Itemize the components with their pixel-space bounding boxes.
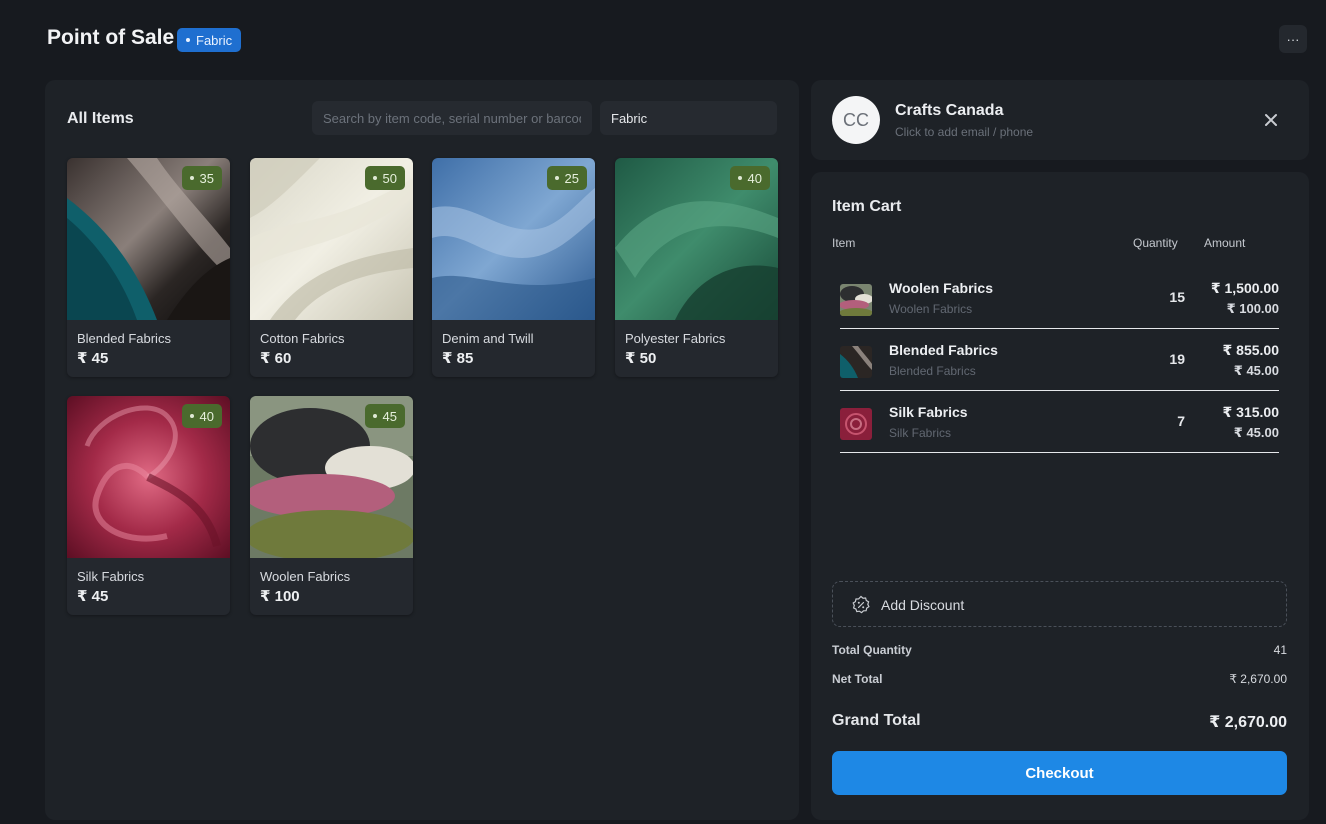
item-name: Woolen Fabrics [260,569,351,584]
top-bar: Point of Sale Fabric ··· [0,0,1326,78]
item-name: Silk Fabrics [77,569,145,584]
cart-item-subtitle: Silk Fabrics [889,426,952,440]
close-icon[interactable] [1259,108,1283,132]
item-name: Cotton Fabrics [260,331,345,346]
checkout-button[interactable]: Checkout [832,751,1287,795]
cart-panel: Item Cart Item Quantity Amount Woolen Fa… [811,172,1309,820]
cart-item-name: Woolen Fabrics [889,280,993,296]
stock-badge: 45 [364,404,405,428]
more-menu-button[interactable]: ··· [1279,25,1307,53]
total-quantity-value: 41 [1273,643,1287,657]
cart-item-rate: ₹ 45.00 [1233,363,1279,378]
grand-total-label: Grand Total [832,712,921,729]
add-discount-button[interactable]: Add Discount [832,581,1287,627]
discount-icon [852,595,870,614]
item-name: Blended Fabrics [77,331,171,346]
column-header-quantity: Quantity [1133,236,1178,250]
cart-item-amount: ₹ 315.00 [1222,404,1279,420]
cart-item-subtitle: Blended Fabrics [889,364,976,378]
customer-avatar: CC [832,96,880,144]
item-search-input[interactable] [312,101,592,135]
cart-item-quantity: 19 [1169,351,1185,367]
stock-count: 40 [747,170,762,186]
item-card-woolen-fabrics[interactable]: 45 Woolen Fabrics ₹ 100 [250,396,413,615]
customer-panel[interactable]: CC Crafts Canada Click to add email / ph… [811,80,1309,160]
total-quantity-label: Total Quantity [832,643,912,657]
cart-row[interactable]: Blended Fabrics Blended Fabrics 19 ₹ 855… [840,329,1279,391]
item-price: ₹ 85 [442,350,474,367]
items-title: All Items [67,110,134,127]
cart-item-quantity: 15 [1169,289,1185,305]
item-price: ₹ 50 [625,350,657,367]
grand-total-value: ₹ 2,670.00 [1209,714,1287,731]
cart-item-rate: ₹ 45.00 [1233,425,1279,440]
page-title: Point of Sale [47,26,175,49]
customer-name: Crafts Canada [895,102,1004,119]
cart-item-thumbnail [840,284,872,316]
column-header-item: Item [832,236,856,250]
pos-profile-label: Fabric [196,32,233,48]
cart-item-amount: ₹ 855.00 [1222,342,1279,358]
cart-item-quantity: 7 [1177,413,1185,429]
stock-count: 40 [199,408,214,424]
cart-item-subtitle: Woolen Fabrics [889,302,973,316]
item-card-silk-fabrics[interactable]: 40 Silk Fabrics ₹ 45 [67,396,230,615]
item-card-blended-fabrics[interactable]: 35 Blended Fabrics ₹ 45 [67,158,230,377]
stock-count: 50 [382,170,397,186]
cart-title: Item Cart [832,198,902,215]
column-header-amount: Amount [1204,236,1246,250]
cart-item-thumbnail [840,346,872,378]
dot-icon [189,176,194,180]
stock-badge: 25 [546,166,587,190]
cart-item-rate: ₹ 100.00 [1226,301,1279,316]
item-price: ₹ 60 [260,350,292,367]
item-card-denim-and-twill[interactable]: 25 Denim and Twill ₹ 85 [432,158,595,377]
add-discount-label: Add Discount [881,597,965,613]
stock-count: 35 [199,170,214,186]
cart-item-name: Silk Fabrics [889,404,968,420]
dot-icon [186,38,190,42]
cart-row[interactable]: Silk Fabrics Silk Fabrics 7 ₹ 315.00 ₹ 4… [840,391,1279,453]
item-card-polyester-fabrics[interactable]: 40 Polyester Fabrics ₹ 50 [615,158,778,377]
item-price: ₹ 100 [260,588,300,605]
item-price: ₹ 45 [77,350,109,367]
dot-icon [554,176,559,180]
item-name: Denim and Twill [442,331,534,346]
dot-icon [372,176,377,180]
item-group-filter[interactable]: Fabric [600,101,777,135]
stock-badge: 50 [364,166,405,190]
stock-badge: 40 [729,166,770,190]
item-card-cotton-fabrics[interactable]: 50 Cotton Fabrics ₹ 60 [250,158,413,377]
net-total-label: Net Total [832,672,883,686]
cart-item-name: Blended Fabrics [889,342,998,358]
customer-contact-hint[interactable]: Click to add email / phone [895,125,1033,139]
stock-badge: 35 [181,166,222,190]
dot-icon [372,414,377,418]
stock-badge: 40 [181,404,222,428]
pos-profile-badge[interactable]: Fabric [177,28,242,52]
dot-icon [189,414,194,418]
cart-row[interactable]: Woolen Fabrics Woolen Fabrics 15 ₹ 1,500… [840,267,1279,329]
net-total-value: ₹ 2,670.00 [1229,672,1287,686]
item-name: Polyester Fabrics [625,331,726,346]
stock-count: 45 [382,408,397,424]
dot-icon [737,176,742,180]
cart-item-thumbnail [840,408,872,440]
items-panel: All Items Fabric 35 Blended Fabrics ₹ 45 [45,80,799,820]
stock-count: 25 [564,170,579,186]
cart-item-amount: ₹ 1,500.00 [1210,280,1279,296]
item-price: ₹ 45 [77,588,109,605]
